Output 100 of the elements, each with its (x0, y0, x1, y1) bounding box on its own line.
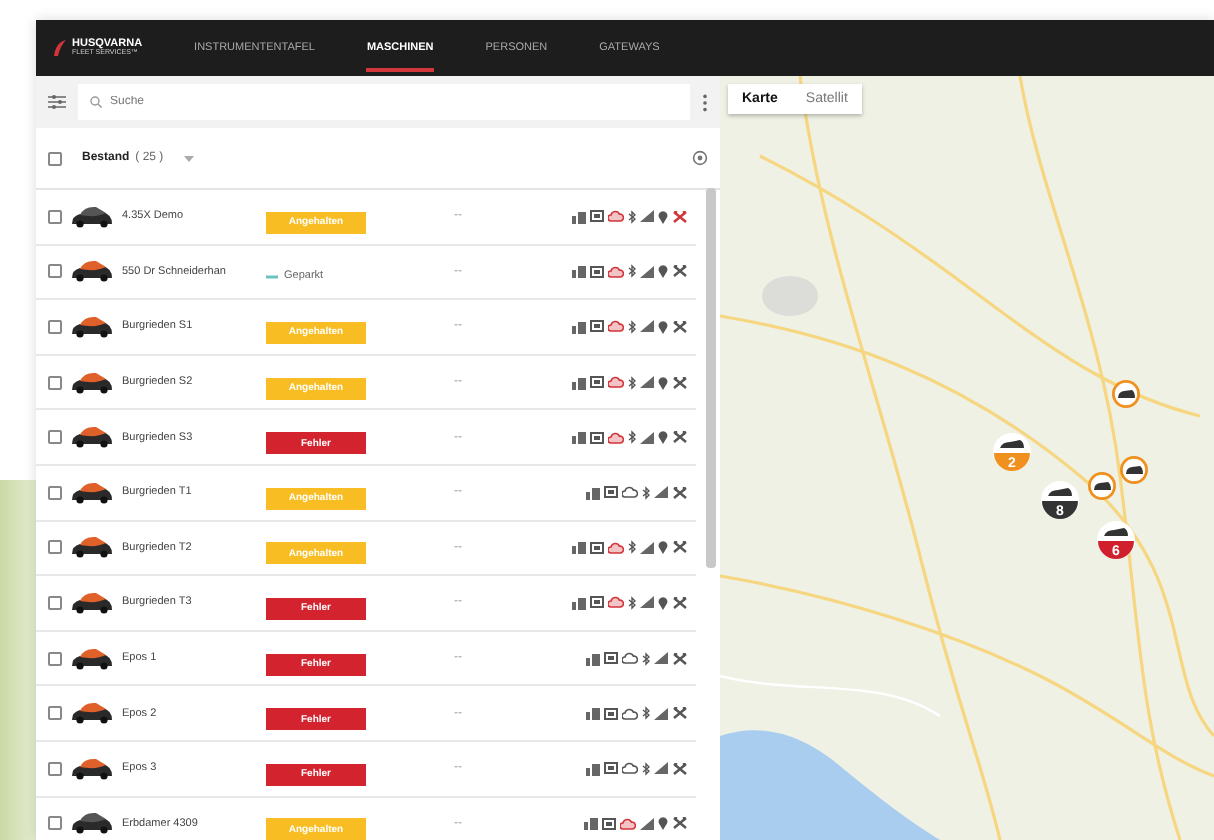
charging-icon (572, 540, 586, 555)
cloud-icon (608, 431, 624, 444)
location-pin-icon (658, 209, 668, 224)
mower-image (70, 702, 114, 725)
display-icon (604, 762, 618, 775)
display-icon (590, 431, 604, 444)
more-options-icon[interactable] (702, 93, 708, 111)
charging-icon (586, 761, 600, 776)
charging-icon (572, 264, 586, 279)
cloud-icon (608, 376, 624, 389)
bluetooth-icon (628, 595, 636, 610)
checkbox[interactable] (48, 485, 62, 500)
charging-icon (572, 375, 586, 390)
bluetooth-icon (628, 319, 636, 334)
display-icon (590, 376, 604, 389)
location-pin-icon (658, 816, 668, 831)
charging-icon (586, 651, 600, 666)
display-icon (604, 486, 618, 499)
location-pin-icon (658, 319, 668, 334)
signal-icon (640, 541, 654, 554)
checkbox[interactable] (48, 209, 62, 224)
signal-icon (640, 431, 654, 444)
caret-icon[interactable] (183, 155, 194, 161)
location-pin-icon (658, 430, 668, 445)
mower-image (70, 757, 114, 780)
cloud-icon (620, 817, 636, 830)
display-icon (590, 210, 604, 223)
checkbox[interactable] (48, 761, 62, 776)
cloud-icon (608, 210, 624, 223)
map-mower-marker[interactable] (1120, 456, 1148, 484)
charging-icon (572, 595, 586, 610)
display-icon (590, 596, 604, 609)
cloud-icon (622, 652, 638, 665)
bluetooth-icon (628, 209, 636, 224)
mower-image (70, 315, 114, 338)
mower-image (70, 426, 114, 449)
bluetooth-icon (642, 761, 650, 776)
mower-image (70, 812, 114, 835)
mower-image (70, 481, 114, 504)
cloud-icon (622, 762, 638, 775)
bluetooth-icon (628, 264, 636, 279)
checkbox[interactable] (48, 706, 62, 721)
checkbox[interactable] (48, 595, 62, 610)
checkbox[interactable] (48, 264, 62, 279)
location-pin-icon (658, 375, 668, 390)
signal-icon (640, 376, 654, 389)
charging-icon (586, 485, 600, 500)
bluetooth-icon (628, 540, 636, 555)
bluetooth-icon (628, 430, 636, 445)
checkbox[interactable] (48, 430, 62, 445)
signal-icon (654, 707, 668, 720)
locate-icon[interactable] (692, 150, 708, 166)
tools-icon (672, 264, 688, 279)
checkbox[interactable] (48, 151, 62, 165)
mower-image (70, 260, 114, 283)
display-icon (590, 541, 604, 554)
charging-icon (586, 706, 600, 721)
signal-icon (640, 596, 654, 609)
checkbox[interactable] (48, 319, 62, 334)
checkbox[interactable] (48, 540, 62, 555)
checkbox[interactable] (48, 651, 62, 666)
signal-icon (640, 210, 654, 223)
display-icon (604, 652, 618, 665)
cloud-icon (608, 596, 624, 609)
bluetooth-icon (642, 651, 650, 666)
tools-icon (672, 485, 688, 500)
tools-icon (672, 375, 688, 390)
scrollbar[interactable] (706, 188, 716, 568)
checkbox[interactable] (48, 816, 62, 831)
mower-image (70, 591, 114, 614)
tools-icon (672, 540, 688, 555)
signal-icon (640, 817, 654, 830)
cloud-icon (608, 320, 624, 333)
bluetooth-icon (642, 485, 650, 500)
tools-icon (672, 430, 688, 445)
bluetooth-icon (642, 706, 650, 721)
tools-icon (672, 706, 688, 721)
tools-icon (672, 209, 688, 224)
cloud-icon (622, 486, 638, 499)
display-icon (604, 707, 618, 720)
checkbox[interactable] (48, 375, 62, 390)
charging-icon (584, 816, 598, 831)
signal-icon (654, 652, 668, 665)
display-icon (590, 265, 604, 278)
display-icon (602, 817, 616, 830)
cloud-icon (608, 541, 624, 554)
search-icon (90, 96, 102, 108)
location-pin-icon (658, 264, 668, 279)
mower-image (70, 647, 114, 670)
filter-icon[interactable] (48, 94, 66, 110)
signal-icon (640, 265, 654, 278)
map-mower-marker[interactable] (1088, 472, 1116, 500)
tools-icon (672, 651, 688, 666)
map-mower-marker[interactable] (1112, 380, 1140, 408)
location-pin-icon (658, 540, 668, 555)
cloud-icon (622, 707, 638, 720)
status-line-icon (266, 273, 278, 280)
mower-image (70, 205, 114, 228)
signal-icon (654, 486, 668, 499)
tools-icon (672, 595, 688, 610)
